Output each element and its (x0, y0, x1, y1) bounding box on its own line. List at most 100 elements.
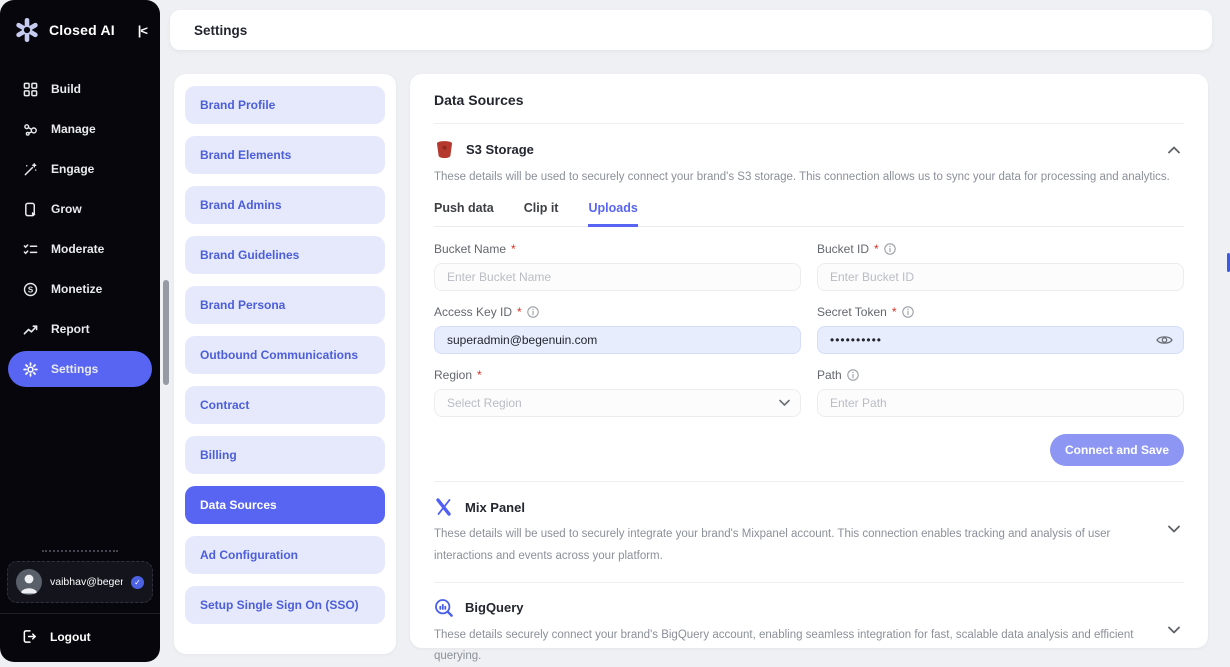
settings-gear-icon (22, 361, 38, 377)
report-trend-icon (22, 321, 38, 337)
sidebar-item-engage[interactable]: Engage (0, 151, 160, 187)
settings-nav-item-brand-admins[interactable]: Brand Admins (185, 186, 385, 224)
mixpanel-title: Mix Panel (465, 500, 525, 515)
avatar (16, 569, 42, 595)
info-icon[interactable] (847, 369, 859, 381)
page-header: Settings (170, 10, 1212, 50)
region-field: Region * Select Region (434, 368, 801, 417)
sidebar-bottom: vaibhav@begenu... ✓ Logout (0, 550, 160, 662)
sidebar-collapse-icon[interactable]: |< (138, 23, 147, 38)
drag-handle (42, 550, 118, 552)
sidebar-item-label: Settings (51, 362, 98, 376)
primary-nav: Build Manage Engage (0, 71, 160, 387)
manage-nodes-icon (22, 121, 38, 137)
sidebar-item-grow[interactable]: Grow (0, 191, 160, 227)
s3-form: Bucket Name * Bucket ID * Acc (434, 242, 1184, 417)
sidebar-item-label: Grow (51, 202, 82, 216)
verified-badge-icon: ✓ (131, 576, 144, 589)
tab-uploads[interactable]: Uploads (588, 201, 637, 227)
sidebar-item-manage[interactable]: Manage (0, 111, 160, 147)
settings-nav-item-billing[interactable]: Billing (185, 436, 385, 474)
sidebar-item-report[interactable]: Report (0, 311, 160, 347)
bucket-name-field: Bucket Name * (434, 242, 801, 291)
chevron-down-icon[interactable] (1164, 622, 1184, 638)
s3-description: These details will be used to securely c… (434, 167, 1184, 188)
settings-nav-item-outbound-communications[interactable]: Outbound Communications (185, 336, 385, 374)
settings-nav: Brand Profile Brand Elements Brand Admin… (174, 74, 396, 654)
data-sources-panel: Data Sources S3 Storage These details wi… (410, 74, 1208, 648)
settings-nav-item-brand-guidelines[interactable]: Brand Guidelines (185, 236, 385, 274)
logout-icon (22, 629, 37, 644)
svg-text:S: S (27, 285, 32, 294)
sidebar-item-settings[interactable]: Settings (8, 351, 152, 387)
sidebar-item-label: Manage (51, 122, 96, 136)
sidebar-item-label: Engage (51, 162, 94, 176)
secret-token-input[interactable] (817, 326, 1184, 354)
bucket-id-label: Bucket ID (817, 242, 869, 256)
settings-nav-item-ad-configuration[interactable]: Ad Configuration (185, 536, 385, 574)
engage-wand-icon (22, 161, 38, 177)
app-sidebar: Closed AI |< Build Manage (0, 0, 160, 662)
brand-logo-icon (14, 17, 40, 43)
path-input[interactable] (817, 389, 1184, 417)
sidebar-item-label: Moderate (51, 242, 104, 256)
tab-clip-it[interactable]: Clip it (524, 201, 559, 226)
monetize-dollar-icon: S (22, 281, 38, 297)
region-select-placeholder: Select Region (447, 396, 522, 410)
mixpanel-icon (434, 497, 454, 517)
required-marker: * (874, 242, 879, 256)
chevron-down-icon[interactable] (1164, 521, 1184, 537)
required-marker: * (517, 305, 522, 319)
sidebar-scrollbar-thumb[interactable] (163, 280, 169, 385)
s3-storage-section: S3 Storage These details will be used to… (434, 139, 1184, 466)
sidebar-item-monetize[interactable]: S Monetize (0, 271, 160, 307)
bucket-name-input[interactable] (434, 263, 801, 291)
bigquery-section: BigQuery These details securely connect … (434, 598, 1184, 667)
settings-nav-item-brand-elements[interactable]: Brand Elements (185, 136, 385, 174)
region-select[interactable]: Select Region (434, 389, 801, 417)
access-key-label: Access Key ID (434, 305, 512, 319)
access-key-input[interactable] (434, 326, 801, 354)
logout-button[interactable]: Logout (0, 613, 160, 662)
mixpanel-description: These details will be used to securely i… (434, 524, 1148, 567)
s3-title: S3 Storage (466, 142, 534, 157)
build-grid-icon (22, 81, 38, 97)
grow-device-icon (22, 201, 38, 217)
bucket-name-label: Bucket Name (434, 242, 506, 256)
sidebar-item-moderate[interactable]: Moderate (0, 231, 160, 267)
sidebar-item-label: Monetize (51, 282, 102, 296)
settings-nav-item-sso[interactable]: Setup Single Sign On (SSO) (185, 586, 385, 624)
s3-tabs: Push data Clip it Uploads (434, 201, 1184, 227)
logout-label: Logout (50, 630, 91, 644)
settings-nav-item-data-sources[interactable]: Data Sources (185, 486, 385, 524)
path-label: Path (817, 368, 842, 382)
info-icon[interactable] (902, 306, 914, 318)
s3-bucket-icon (434, 139, 455, 160)
chevron-down-icon (779, 400, 790, 407)
path-field: Path (817, 368, 1184, 417)
region-label: Region (434, 368, 472, 382)
access-key-field: Access Key ID * (434, 305, 801, 354)
required-marker: * (892, 305, 897, 319)
tab-push-data[interactable]: Push data (434, 201, 494, 226)
sidebar-item-build[interactable]: Build (0, 71, 160, 107)
settings-nav-item-brand-persona[interactable]: Brand Persona (185, 286, 385, 324)
info-icon[interactable] (527, 306, 539, 318)
secret-token-label: Secret Token (817, 305, 887, 319)
connect-and-save-button[interactable]: Connect and Save (1050, 434, 1184, 466)
sidebar-item-label: Build (51, 82, 81, 96)
settings-nav-item-brand-profile[interactable]: Brand Profile (185, 86, 385, 124)
info-icon[interactable] (884, 243, 896, 255)
section-title: Data Sources (434, 92, 1184, 108)
settings-nav-item-contract[interactable]: Contract (185, 386, 385, 424)
mixpanel-section: Mix Panel These details will be used to … (434, 497, 1184, 567)
bucket-id-field: Bucket ID * (817, 242, 1184, 291)
required-marker: * (511, 242, 516, 256)
user-profile-card[interactable]: vaibhav@begenu... ✓ (7, 561, 153, 603)
bucket-id-input[interactable] (817, 263, 1184, 291)
logo-row: Closed AI |< (0, 0, 160, 55)
sidebar-item-label: Report (51, 322, 90, 336)
moderate-checklist-icon (22, 241, 38, 257)
chevron-up-icon[interactable] (1164, 142, 1184, 158)
eye-icon[interactable] (1156, 334, 1173, 346)
